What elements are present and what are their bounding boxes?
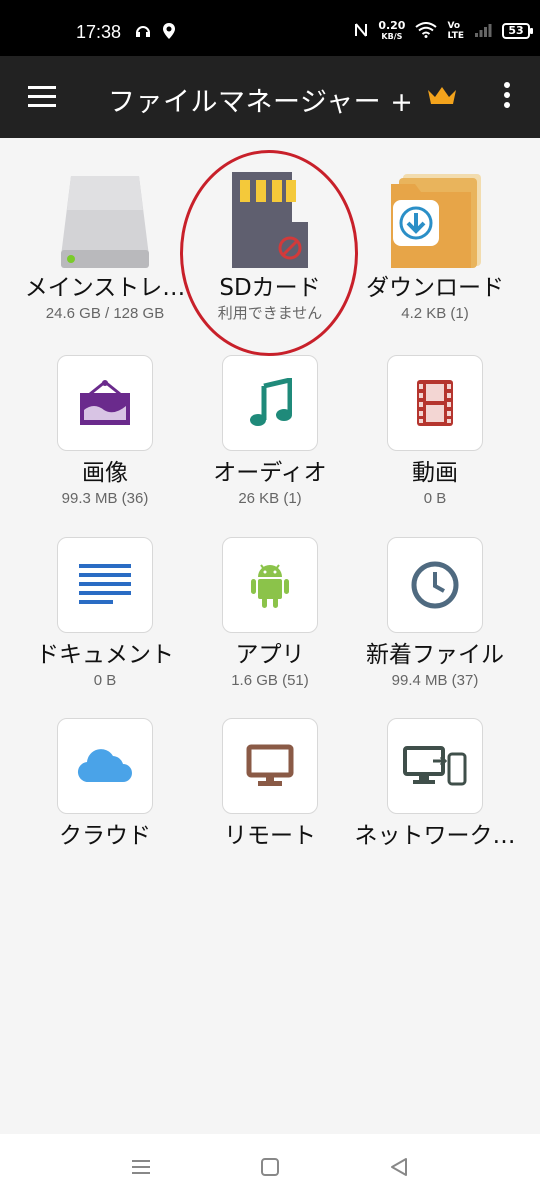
volte-indicator: Vo LTE xyxy=(447,21,464,41)
tile-label: メインストレ… xyxy=(24,275,186,301)
headset-notification-icon xyxy=(134,22,152,44)
clock-icon xyxy=(387,537,483,633)
tile-main-storage[interactable]: メインストレ… 24.6 GB / 128 GB xyxy=(20,170,190,323)
clock-time: 17:38 xyxy=(76,22,122,42)
tile-images[interactable]: 画像 99.3 MB (36) xyxy=(20,355,190,508)
cloud-icon xyxy=(57,718,153,814)
tile-sub: 26 KB (1) xyxy=(238,490,302,507)
back-icon[interactable] xyxy=(388,1156,414,1178)
tile-download[interactable]: ダウンロード 4.2 KB (1) xyxy=(350,170,520,323)
tile-label: アプリ xyxy=(235,642,305,668)
music-note-icon xyxy=(222,355,318,451)
system-nav-bar xyxy=(0,1134,540,1200)
tile-cloud[interactable]: クラウド xyxy=(20,718,190,850)
network-devices-icon xyxy=(387,718,483,814)
tile-sub: 1.6 GB (51) xyxy=(231,672,309,689)
android-icon xyxy=(222,537,318,633)
app-title: ファイルマネージャー + xyxy=(108,87,414,118)
more-options-icon[interactable] xyxy=(500,82,514,112)
document-icon xyxy=(57,537,153,633)
battery-icon: 53 xyxy=(502,23,533,39)
tile-label: ネットワーク… xyxy=(354,823,516,849)
tile-label: クラウド xyxy=(59,823,151,849)
tile-label: ダウンロード xyxy=(366,275,504,301)
tile-label: リモート xyxy=(224,823,316,849)
sd-card-icon xyxy=(222,170,318,268)
tile-label: SDカード xyxy=(219,275,321,301)
tile-documents[interactable]: ドキュメント 0 B xyxy=(20,537,190,690)
network-speed: 0.20 KB/S xyxy=(378,19,406,41)
location-icon xyxy=(162,22,176,44)
tile-label: 新着ファイル xyxy=(366,642,504,668)
monitor-icon xyxy=(222,718,318,814)
tile-sub: 99.4 MB (37) xyxy=(391,672,479,689)
wifi-icon xyxy=(415,21,438,41)
hard-drive-icon xyxy=(57,170,153,268)
home-icon[interactable] xyxy=(259,1156,285,1178)
download-folder-icon xyxy=(387,170,483,268)
premium-crown-icon[interactable] xyxy=(426,84,458,110)
tile-sub: 99.3 MB (36) xyxy=(61,490,149,507)
nfc-icon xyxy=(354,22,368,41)
tile-label: ドキュメント xyxy=(36,642,174,668)
tile-apps[interactable]: アプリ 1.6 GB (51) xyxy=(185,537,355,690)
image-icon xyxy=(57,355,153,451)
tile-audio[interactable]: オーディオ 26 KB (1) xyxy=(185,355,355,508)
film-icon xyxy=(387,355,483,451)
tile-sub: 0 B xyxy=(423,490,447,507)
tile-label: 画像 xyxy=(82,460,128,486)
tile-sd-card[interactable]: SDカード 利用できません xyxy=(185,170,355,323)
tile-remote[interactable]: リモート xyxy=(185,718,355,850)
tile-recent-files[interactable]: 新着ファイル 99.4 MB (37) xyxy=(350,537,520,690)
tile-network[interactable]: ネットワーク… xyxy=(350,718,520,850)
tile-sub: 0 B xyxy=(93,672,117,689)
tile-label: 動画 xyxy=(412,460,458,486)
signal-icon xyxy=(474,22,492,41)
hamburger-menu-icon[interactable] xyxy=(28,86,56,108)
tile-sub: 利用できません xyxy=(217,305,323,322)
tile-sub: 4.2 KB (1) xyxy=(401,305,469,322)
tile-video[interactable]: 動画 0 B xyxy=(350,355,520,508)
recent-apps-icon[interactable] xyxy=(130,1156,156,1178)
app-bar: ファイルマネージャー + xyxy=(0,56,540,138)
tile-sub: 24.6 GB / 128 GB xyxy=(45,305,165,322)
status-bar: 17:38 0.20 KB/S Vo LTE 53 xyxy=(0,0,540,56)
tile-label: オーディオ xyxy=(213,460,327,486)
